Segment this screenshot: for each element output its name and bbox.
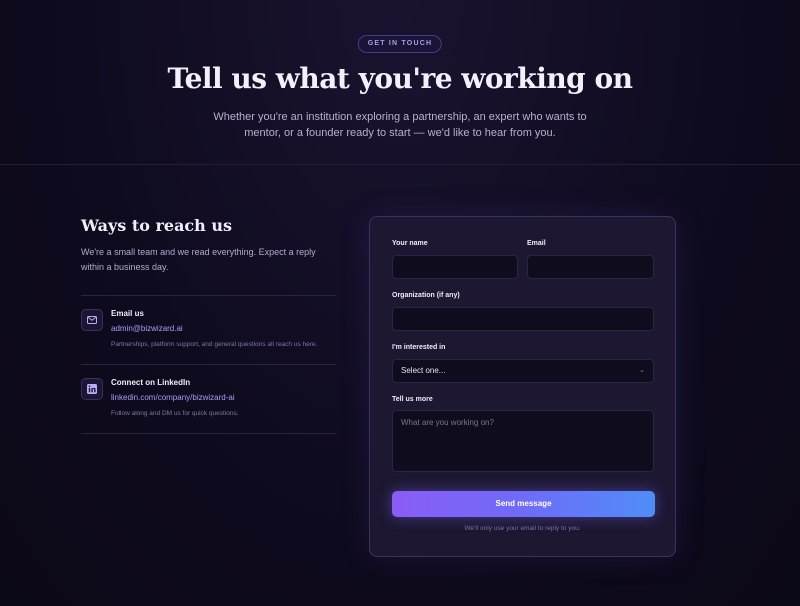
email-label: Email (527, 240, 546, 247)
organization-label: Organization (if any) (392, 292, 460, 299)
contact-title: Email us (111, 309, 144, 318)
interest-label: I'm interested in (392, 344, 446, 351)
contact-title: Connect on LinkedIn (111, 378, 191, 387)
contact-note: Partnerships, platform support, and gene… (111, 341, 318, 348)
mail-icon (81, 309, 103, 331)
eyebrow-badge: GET IN TOUCH (357, 35, 443, 53)
privacy-note: We'll only use your email to reply to yo… (464, 525, 581, 532)
name-input[interactable] (392, 255, 518, 279)
contact-page: GET IN TOUCH Tell us what you're working… (0, 0, 800, 606)
section-description: We're a small team and we read everythin… (81, 247, 316, 272)
email-link[interactable]: admin@bizwizard.ai (111, 324, 336, 333)
message-textarea[interactable]: What are you working on? (392, 410, 654, 472)
page-subtitle: Whether you're an institution exploring … (213, 111, 587, 139)
contact-item-email: Email us admin@bizwizard.ai Partnerships… (81, 296, 336, 365)
linkedin-icon (81, 378, 103, 400)
contact-item-linkedin: Connect on LinkedIn linkedin.com/company… (81, 365, 336, 434)
message-label: Tell us more (392, 396, 433, 403)
send-message-button[interactable]: Send message (392, 491, 655, 517)
contact-form: Your name Email Organization (if any) I'… (369, 216, 676, 557)
section-title: Ways to reach us (81, 216, 233, 235)
interest-selected-value: Select one... (401, 366, 446, 375)
hero-section: GET IN TOUCH Tell us what you're working… (0, 0, 800, 165)
linkedin-link[interactable]: linkedin.com/company/bizwizard-ai (111, 393, 336, 402)
organization-input[interactable] (392, 307, 654, 331)
email-input[interactable] (527, 255, 654, 279)
name-label: Your name (392, 240, 428, 247)
contact-note: Follow along and DM us for quick questio… (111, 410, 239, 417)
page-title: Tell us what you're working on (167, 62, 633, 95)
interest-select[interactable]: Select one... ⌄ (392, 359, 654, 383)
contact-list: Email us admin@bizwizard.ai Partnerships… (81, 295, 336, 434)
ways-to-reach-section: Ways to reach us We're a small team and … (81, 216, 336, 434)
chevron-down-icon: ⌄ (639, 367, 645, 374)
